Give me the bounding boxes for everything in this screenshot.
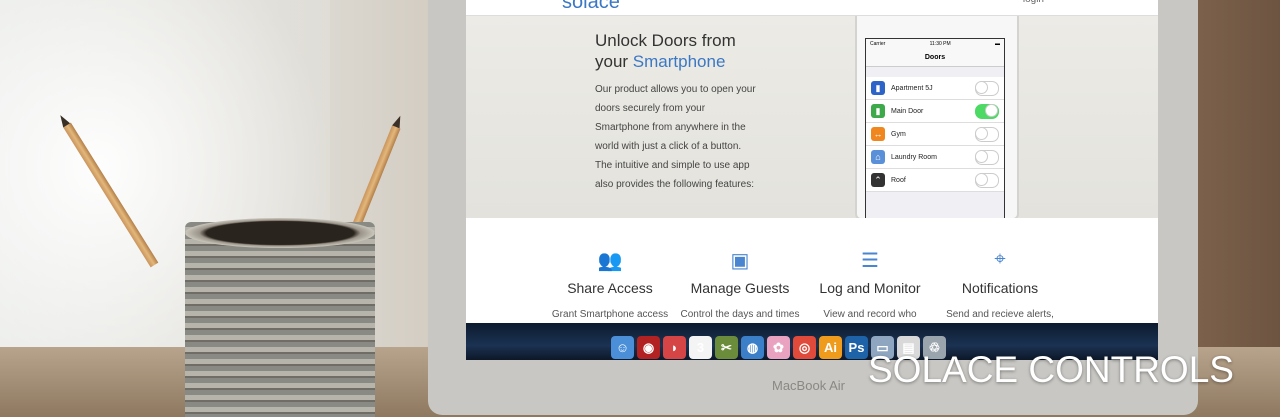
phone-screen: Carrier 11:30 PM ▬ Doors ▮ Apartment 5J ▮ M…	[865, 38, 1005, 220]
macbook-label: MacBook Air	[772, 378, 845, 393]
feature-title: Notifications	[961, 280, 1039, 296]
door-label: Main Door	[891, 107, 924, 115]
hero-title-line2-prefix: your	[595, 52, 633, 71]
battery-icon: ▬	[995, 41, 1000, 47]
door-row: ↔ Gym	[866, 123, 1004, 146]
id-card-icon: ▣	[730, 250, 750, 272]
list-icon: ☰	[861, 250, 879, 272]
feature-item: ⌖ Notifications Send and recieve alerts,	[930, 248, 1070, 320]
door-toggle[interactable]	[975, 149, 999, 165]
door-row: ⌃ Roof	[866, 169, 1004, 192]
door-row: ▮ Apartment 5J	[866, 77, 1004, 100]
feature-description: Send and recieve alerts,	[946, 309, 1054, 320]
door-icon: ▮	[871, 81, 885, 95]
carrier-label: Carrier	[870, 41, 886, 47]
site-logo[interactable]: solace	[562, 0, 620, 14]
photoshop-icon[interactable]: Ps	[845, 336, 868, 359]
flower-icon[interactable]: ✿	[767, 336, 790, 359]
door-row: ▮ Main Door	[866, 100, 1004, 123]
pencil-cup-rim	[185, 218, 375, 248]
door-label: Apartment 5J	[891, 84, 933, 92]
hero-title-highlight: Smartphone	[632, 52, 726, 71]
feature-description: Control the days and times	[680, 309, 800, 320]
tools-icon[interactable]: ✂	[715, 336, 738, 359]
phone-mockup: Carrier 11:30 PM ▬ Doors ▮ Apartment 5J ▮ M…	[855, 16, 1019, 220]
laundry-icon: ⌂	[871, 150, 885, 164]
login-link[interactable]: login	[1023, 0, 1044, 5]
site-header: solace login	[466, 0, 1158, 16]
banner-caption: SOLACE CONTROLS	[868, 349, 1234, 390]
hero-title: Unlock Doors from your Smartphone	[595, 30, 815, 72]
roof-icon: ⌃	[871, 173, 885, 187]
watermelon-icon[interactable]: ◗	[663, 336, 686, 359]
feature-item: ☰ Log and Monitor View and record who	[800, 248, 940, 320]
door-toggle[interactable]	[975, 103, 999, 119]
finder-icon[interactable]: ☺	[611, 336, 634, 359]
feature-item: ▣ Manage Guests Control the days and times	[670, 248, 810, 320]
hero-title-line1: Unlock Doors from	[595, 31, 736, 50]
phone-status-bar: Carrier 11:30 PM ▬	[866, 39, 1004, 49]
feature-title: Share Access	[567, 280, 653, 296]
time-label: 11:30 PM	[929, 41, 951, 47]
globe-icon[interactable]: ◍	[741, 336, 764, 359]
hero-section: Unlock Doors from your Smartphone Our pr…	[466, 16, 1158, 220]
feature-title: Manage Guests	[690, 280, 790, 296]
feature-title: Log and Monitor	[819, 280, 921, 296]
feature-item: 👥 Share Access Grant Smartphone access	[540, 248, 680, 320]
pencil-cup	[185, 222, 375, 417]
calendar-icon[interactable]: 3	[689, 336, 712, 359]
map-pin-icon: ⌖	[994, 248, 1006, 270]
door-row: ⌂ Laundry Room	[866, 146, 1004, 169]
door-label: Gym	[891, 130, 906, 138]
door-toggle[interactable]	[975, 126, 999, 142]
door-label: Roof	[891, 176, 906, 184]
users-icon: 👥	[597, 250, 623, 272]
door-list: ▮ Apartment 5J ▮ Main Door ↔ Gym ⌂ Laundry Room…	[866, 77, 1004, 192]
illustrator-icon[interactable]: Ai	[819, 336, 842, 359]
laptop-screen: solace login Unlock Doors from your Smar…	[466, 0, 1158, 360]
door-toggle[interactable]	[975, 80, 999, 96]
door-icon: ▮	[871, 104, 885, 118]
feature-description: Grant Smartphone access	[551, 309, 669, 320]
dumbbell-icon: ↔	[871, 127, 885, 141]
dvd-player-icon[interactable]: ◉	[637, 336, 660, 359]
phone-nav-title: Doors	[866, 49, 1004, 67]
door-label: Laundry Room	[891, 153, 937, 161]
features-section: 👥 Share Access Grant Smartphone access ▣ Man…	[466, 218, 1158, 323]
door-toggle[interactable]	[975, 172, 999, 188]
hero-description: Our product allows you to open your door…	[595, 84, 756, 190]
feature-description: View and record who	[823, 309, 917, 320]
chrome-icon[interactable]: ◎	[793, 336, 816, 359]
